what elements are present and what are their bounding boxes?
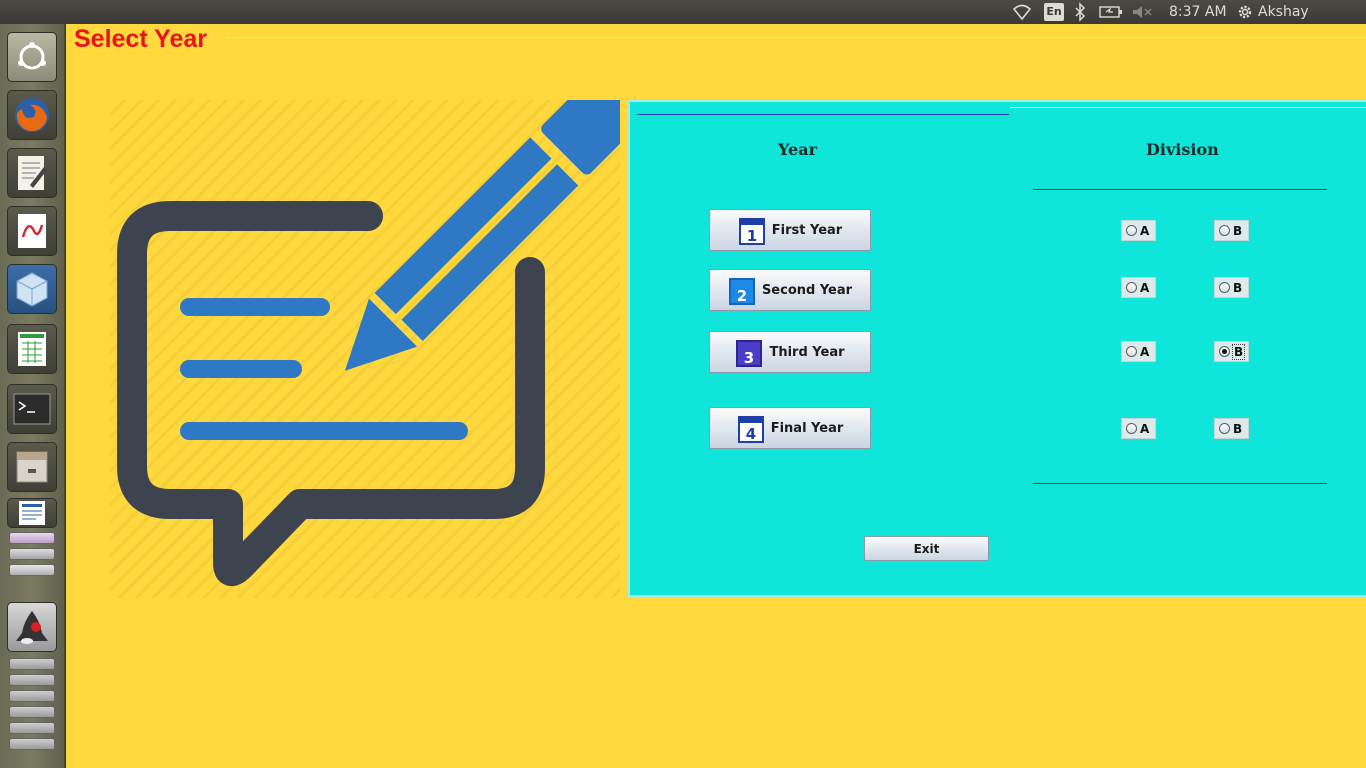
settings-icon[interactable] xyxy=(9,564,55,576)
volume-muted-icon[interactable] xyxy=(1130,0,1156,24)
virtualbox-icon[interactable] xyxy=(7,264,57,314)
java-app-icon[interactable] xyxy=(7,602,57,652)
third-year-division-b-radio[interactable]: B xyxy=(1214,341,1249,362)
trash-stack-icon[interactable] xyxy=(9,658,55,670)
third-year-button[interactable]: 3 Third Year xyxy=(709,331,871,373)
page-title: Select Year xyxy=(74,25,213,54)
division-column-header: Division xyxy=(1146,140,1219,159)
second-year-division-a-radio[interactable]: A xyxy=(1121,277,1156,298)
spreadsheet-icon[interactable] xyxy=(7,324,57,374)
session-gear-icon[interactable] xyxy=(1236,0,1254,24)
presentation-icon[interactable] xyxy=(9,532,55,544)
launcher xyxy=(0,24,65,768)
second-year-button[interactable]: 2 Second Year xyxy=(709,269,871,311)
battery-icon[interactable] xyxy=(1098,0,1124,24)
app-window: Select Year Year Division 1 First Year A… xyxy=(66,24,1366,768)
radio-label-a: A xyxy=(1140,421,1150,436)
svg-text:1: 1 xyxy=(747,227,757,245)
keyboard-language-icon[interactable]: En xyxy=(1044,3,1064,21)
wifi-icon[interactable] xyxy=(1012,0,1032,24)
second-year-label: Second Year xyxy=(761,282,853,298)
radio-dot xyxy=(1126,225,1137,236)
radio-dot xyxy=(1219,225,1230,236)
first-year-division-b-radio[interactable]: B xyxy=(1214,220,1249,241)
radio-label-b: B xyxy=(1231,343,1246,360)
radio-label-b: B xyxy=(1233,280,1243,295)
bluetooth-icon[interactable] xyxy=(1072,0,1088,24)
text-editor-icon[interactable] xyxy=(7,148,57,198)
radio-dot xyxy=(1219,423,1230,434)
radio-dot xyxy=(1219,282,1230,293)
radio-dot xyxy=(1126,423,1137,434)
stack-item-icon[interactable] xyxy=(9,674,55,686)
division-top-separator xyxy=(1033,189,1327,190)
firefox-icon[interactable] xyxy=(7,90,57,140)
writer-icon[interactable] xyxy=(7,498,57,528)
terminal-icon[interactable] xyxy=(7,384,57,434)
amazon-icon[interactable] xyxy=(9,548,55,560)
exit-button[interactable]: Exit xyxy=(864,536,989,561)
radio-label-b: B xyxy=(1233,223,1243,238)
panel-top-line xyxy=(1010,107,1366,108)
second-year-division-b-radio[interactable]: B xyxy=(1214,277,1249,298)
final-year-division-a-radio[interactable]: A xyxy=(1121,418,1156,439)
final-year-division-b-radio[interactable]: B xyxy=(1214,418,1249,439)
year-column-header: Year xyxy=(778,140,818,159)
radio-dot xyxy=(1126,282,1137,293)
radio-dot-selected xyxy=(1219,346,1230,357)
radio-label-a: A xyxy=(1140,344,1150,359)
clock[interactable]: 8:37 AM xyxy=(1169,0,1227,24)
edit-message-illustration xyxy=(110,74,641,598)
year-selection-panel: Year Division 1 First Year A B 2 Second … xyxy=(628,100,1366,597)
svg-text:4: 4 xyxy=(745,425,755,443)
document-viewer-icon[interactable] xyxy=(7,206,57,256)
calendar-4-icon: 4 xyxy=(737,416,764,443)
ubuntu-dash-icon[interactable] xyxy=(7,32,57,82)
radio-label-a: A xyxy=(1140,280,1150,295)
first-year-button[interactable]: 1 First Year xyxy=(709,209,871,251)
final-year-button[interactable]: 4 Final Year xyxy=(709,407,871,449)
radio-dot xyxy=(1126,346,1137,357)
third-year-division-a-radio[interactable]: A xyxy=(1121,341,1156,362)
final-year-label: Final Year xyxy=(770,420,844,436)
calendar-3-icon: 3 xyxy=(736,340,763,367)
panel-top-line xyxy=(637,114,1009,115)
svg-text:3: 3 xyxy=(744,349,754,367)
stack-item-icon[interactable] xyxy=(9,690,55,702)
third-year-label: Third Year xyxy=(769,344,845,360)
top-panel: En 8:37 AM Akshay Chavan xyxy=(0,0,1366,44)
svg-text:2: 2 xyxy=(737,287,747,305)
division-bottom-separator xyxy=(1033,483,1327,484)
calendar-1-icon: 1 xyxy=(738,218,765,245)
file-manager-icon[interactable] xyxy=(7,442,57,492)
user-name[interactable]: Akshay Chavan xyxy=(1258,0,1366,44)
stack-item-icon[interactable] xyxy=(9,706,55,718)
title-separator xyxy=(226,37,1366,38)
stack-item-icon[interactable] xyxy=(9,722,55,734)
radio-label-a: A xyxy=(1140,223,1150,238)
radio-label-b: B xyxy=(1233,421,1243,436)
stack-item-icon[interactable] xyxy=(9,738,55,750)
first-year-division-a-radio[interactable]: A xyxy=(1121,220,1156,241)
first-year-label: First Year xyxy=(771,222,843,238)
calendar-2-icon: 2 xyxy=(728,278,755,305)
